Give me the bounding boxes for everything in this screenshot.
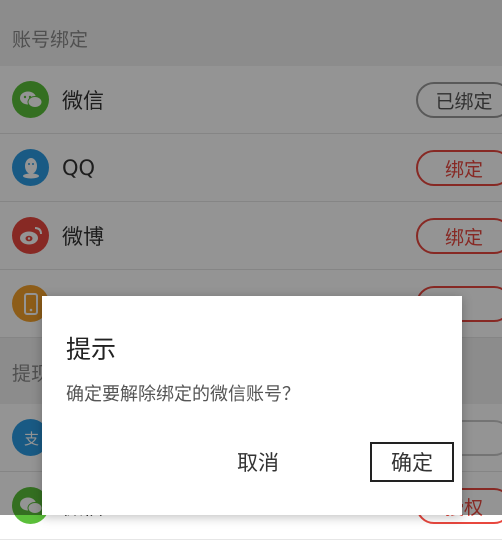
account-settings-page: 账号绑定 微信 已绑定 QQ 绑定 微博 绑定 提现 支 授权 提示 确定要解除… [0, 0, 502, 540]
dialog-message: 确定要解除绑定的微信账号？ [66, 384, 300, 405]
confirm-button[interactable]: 确定 [370, 442, 454, 482]
cancel-button[interactable]: 取消 [214, 442, 302, 482]
dialog-title: 提示 [66, 335, 117, 364]
unbind-confirm-dialog: 提示 确定要解除绑定的微信账号？ 取消 确定 [42, 296, 462, 515]
